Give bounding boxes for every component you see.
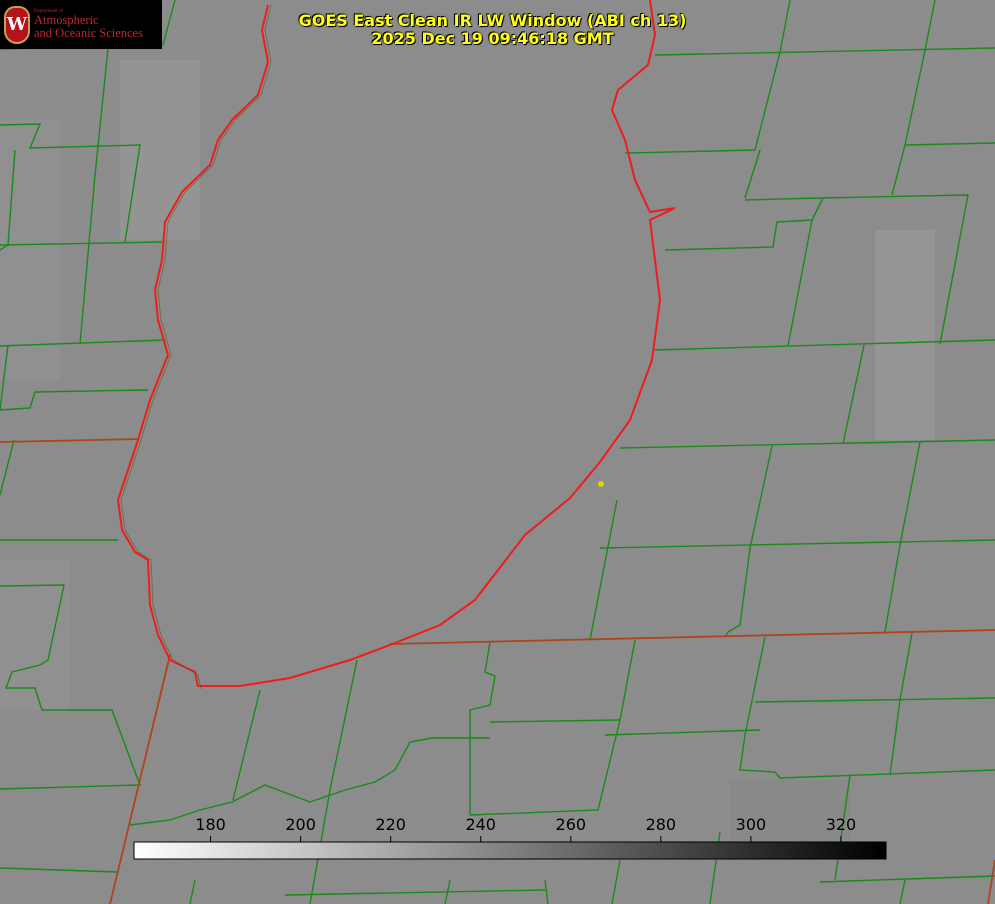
colorbar-tick-label: 200 [285,815,316,834]
colorbar-tick-label: 300 [735,815,767,834]
colorbar-tick-label: 240 [465,815,496,834]
logo-line-2: and Oceanic Sciences [34,26,143,41]
colorbar-tick-label: 280 [645,815,677,834]
colorbar-tick-label: 180 [195,815,226,834]
uw-aos-logo: W Department of Atmospheric and Oceanic … [0,0,162,49]
cloud-texture [0,60,935,860]
lake-coastline [116,0,676,687]
colorbar-tick-label: 320 [825,815,857,834]
logo-text: Department of Atmospheric and Oceanic Sc… [34,9,143,41]
colorbar-tick-label: 220 [375,815,406,834]
satellite-map [0,0,995,904]
colorbar [133,841,887,860]
station-marker [598,481,604,487]
uw-crest-icon: W [4,5,30,44]
colorbar-tick-label: 260 [555,815,587,834]
